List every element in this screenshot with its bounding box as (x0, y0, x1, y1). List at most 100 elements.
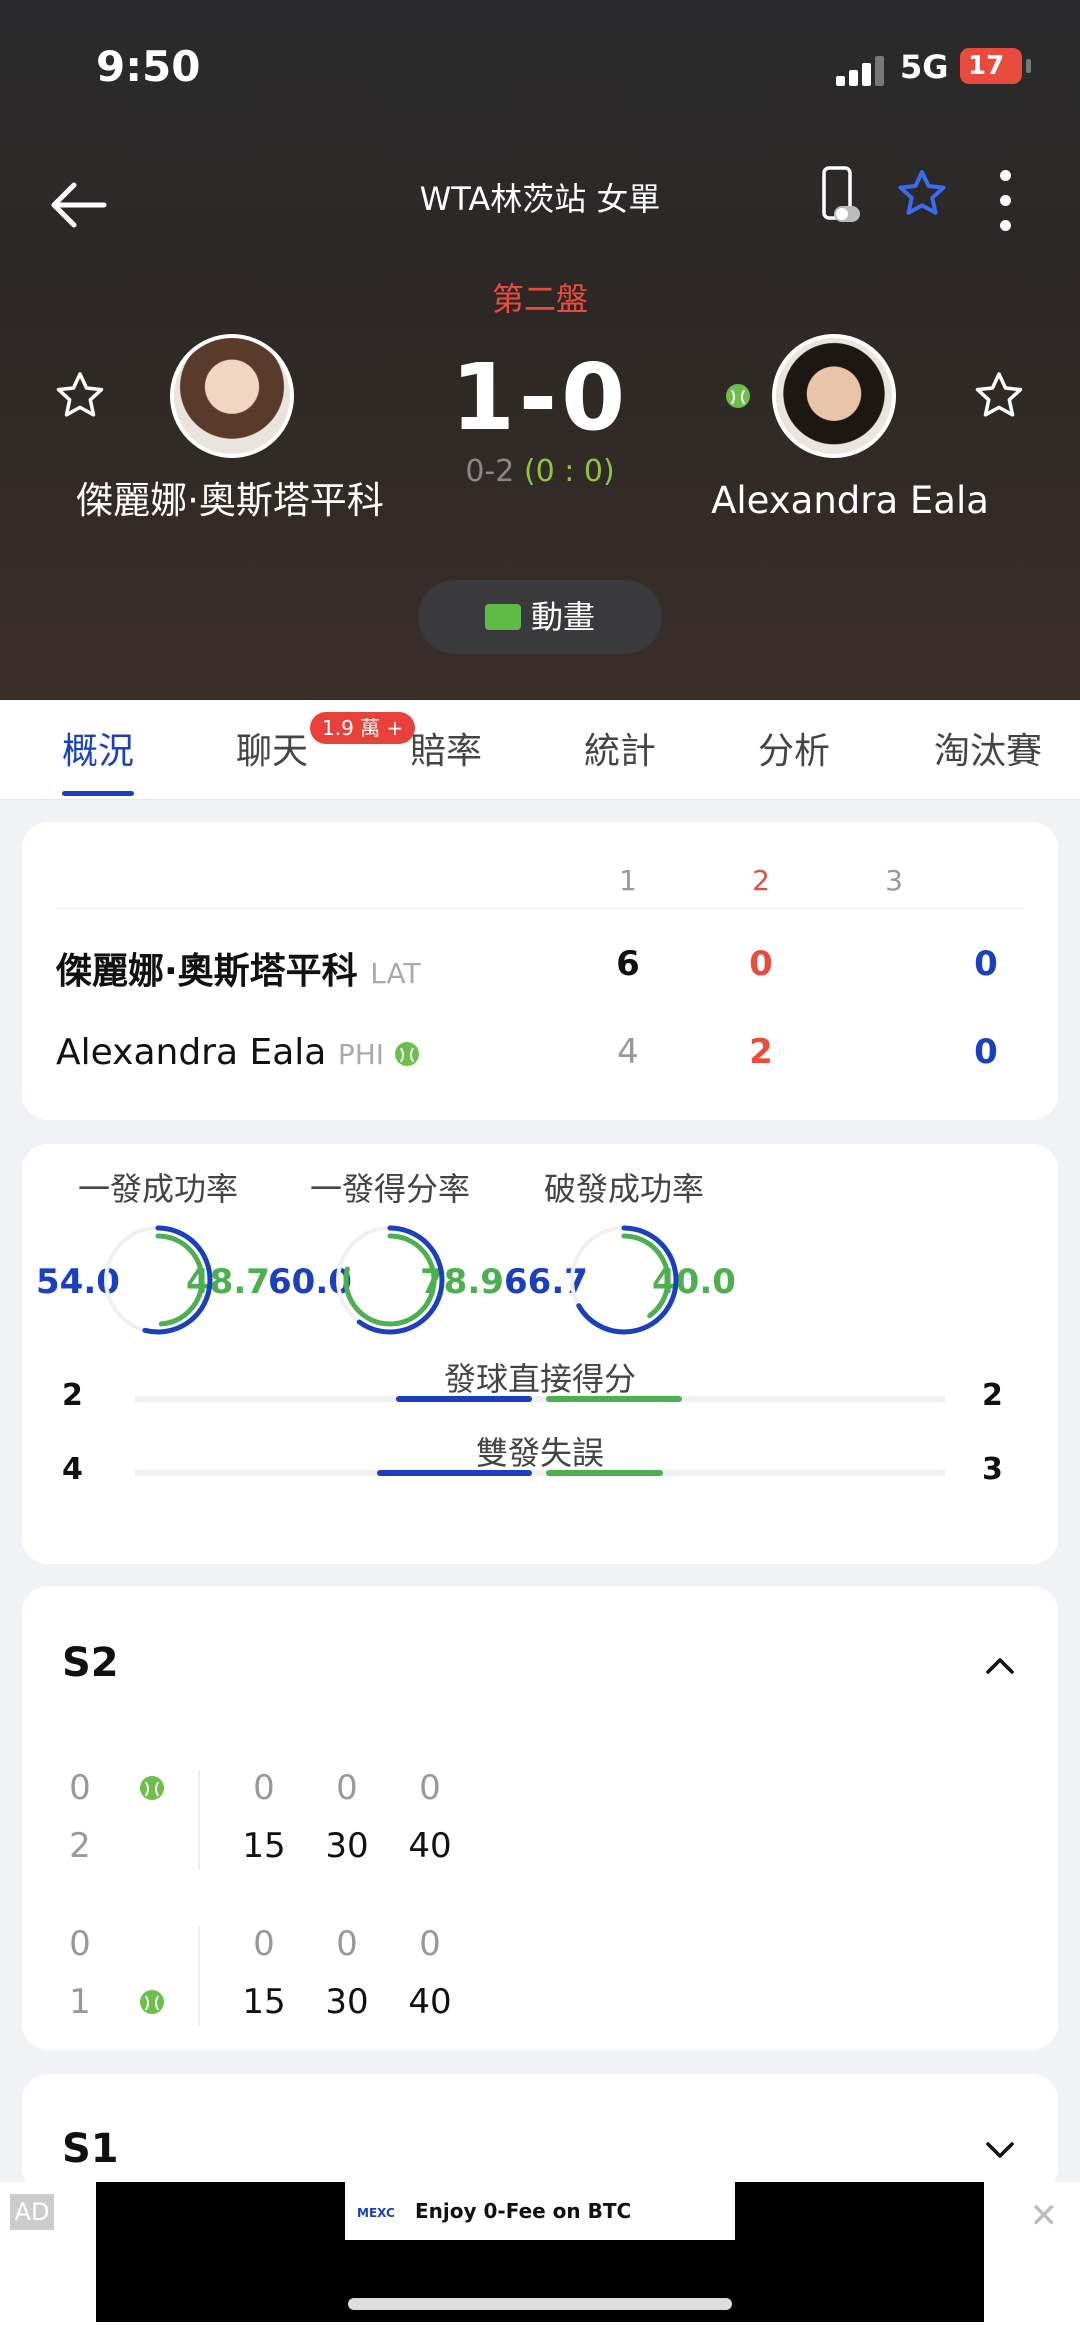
serving-ball-icon (726, 384, 750, 408)
status-bar: 9:50 5G 17 (0, 0, 1080, 140)
stat-ring (103, 1225, 213, 1335)
set2-title: S2 (62, 1640, 119, 1686)
home-indicator[interactable] (348, 2298, 732, 2310)
point: 30 (325, 1826, 369, 1866)
ad-tag: AD (10, 2194, 54, 2230)
stat-ring (569, 1225, 679, 1335)
game-top-count: 0 (69, 1768, 91, 1808)
point: 0 (253, 1924, 275, 1964)
stats-card: 一發成功率 54.0 48.7 一發得分率 60.0 78.9 破發成功率 66.7 40.0 … (22, 1144, 1058, 1564)
tab-stats[interactable]: 統計 (584, 722, 656, 774)
set-score: 1-0 (450, 344, 630, 451)
nav-bar: WTA林茨站 女單 (0, 160, 1080, 250)
divider (198, 1926, 200, 2026)
scoreboard-card: 1 2 3 傑麗娜·奧斯塔平科 LAT 6 0 0 Alexandra Eala… (22, 822, 1058, 1120)
stat-ring (335, 1225, 445, 1335)
bar-left-fill (376, 1470, 532, 1476)
tab-overview[interactable]: 概況 (62, 722, 135, 796)
game-top-count: 0 (69, 1924, 91, 1964)
player1-favorite-icon[interactable] (54, 370, 106, 422)
player2-avatar[interactable] (772, 334, 896, 458)
ring-right-arc (577, 1233, 671, 1327)
divider (56, 908, 1024, 909)
back-arrow-icon[interactable] (44, 170, 114, 240)
current-game-score: 0-2 (465, 454, 515, 489)
point: 15 (242, 1982, 286, 2022)
ring-right-arc (111, 1233, 205, 1327)
bar-right-value: 2 (982, 1378, 1003, 1413)
field-icon (484, 604, 521, 630)
tab-bar: 概況 聊天 1.9 萬 + 賠率 統計 分析 淘汰賽 (0, 700, 1080, 800)
point: 0 (419, 1924, 441, 1964)
serving-ball-icon (140, 1776, 164, 1800)
game-bottom-count: 1 (69, 1982, 91, 2022)
set1-card[interactable]: S1 (22, 2074, 1058, 2194)
ad-banner[interactable]: AD MEXC Enjoy 0-Fee on BTC ✕ (0, 2182, 1080, 2337)
stat-label: 破發成功率 (543, 1170, 704, 1208)
bar-track (134, 1470, 946, 1476)
p1-set2: 0 (749, 944, 773, 984)
animation-button[interactable]: 動畫 (418, 580, 662, 654)
battery-level: 17 (968, 51, 1005, 81)
country-code: PHI (337, 1038, 385, 1071)
animation-label: 動畫 (530, 598, 595, 636)
set-header-3: 3 (885, 864, 903, 897)
point: 0 (336, 1768, 358, 1808)
bar-right-value: 3 (982, 1452, 1003, 1487)
country-code: LAT (370, 957, 421, 990)
bar-left-value: 2 (62, 1378, 83, 1413)
favorite-star-icon[interactable] (896, 168, 948, 220)
bar-stat-label: 發球直接得分 (443, 1360, 636, 1398)
p2-set2: 2 (749, 1032, 773, 1072)
game-bottom-count: 2 (69, 1826, 91, 1866)
player1-name[interactable]: 傑麗娜·奧斯塔平科 (70, 478, 390, 524)
player2-favorite-icon[interactable] (973, 370, 1025, 422)
ad-brand: MEXC (357, 2206, 395, 2220)
chat-count-badge: 1.9 萬 + (310, 712, 416, 744)
player1-avatar[interactable] (170, 334, 294, 458)
tab-odds[interactable]: 賠率 (410, 722, 482, 774)
scoreboard-player1-name: 傑麗娜·奧斯塔平科 (56, 951, 358, 992)
set-header-1: 1 (619, 864, 637, 897)
set-label: 第二盤 (491, 280, 588, 318)
ring-right-arc (343, 1233, 437, 1327)
chevron-down-icon[interactable] (982, 2132, 1018, 2168)
set1-title: S1 (62, 2126, 119, 2172)
bar-right-fill (546, 1470, 663, 1476)
point: 15 (242, 1826, 286, 1866)
ad-content[interactable]: MEXC Enjoy 0-Fee on BTC (345, 2182, 735, 2240)
bar-stat-label: 雙發失誤 (475, 1434, 604, 1472)
bar-right-fill (546, 1396, 682, 1402)
close-icon[interactable]: ✕ (1030, 2196, 1059, 2236)
ad-text: Enjoy 0-Fee on BTC (415, 2199, 632, 2223)
point: 30 (325, 1982, 369, 2022)
chevron-up-icon[interactable] (982, 1648, 1018, 1684)
point: 0 (419, 1768, 441, 1808)
point-score: (0 : 0) (523, 454, 615, 489)
match-header: 9:50 5G 17 WTA林茨站 女單 第二盤 1-0 0-2 (0 : 0)… (0, 0, 1080, 700)
point: 0 (253, 1768, 275, 1808)
stat-label: 一發成功率 (77, 1170, 238, 1208)
serving-ball-icon (395, 1042, 420, 1066)
page-title: WTA林茨站 女單 (419, 180, 661, 218)
tab-chat[interactable]: 聊天 (236, 722, 308, 774)
point: 0 (336, 1924, 358, 1964)
tab-bracket[interactable]: 淘汰賽 (934, 722, 1042, 774)
serving-ball-icon (140, 1990, 164, 2014)
divider (198, 1770, 200, 1870)
battery-icon: 17 (960, 48, 1031, 84)
p1-set1: 6 (616, 944, 640, 984)
bar-track (134, 1396, 946, 1402)
more-menu-icon[interactable] (985, 164, 1025, 231)
signal-icon (836, 54, 886, 86)
p1-set3: 0 (974, 944, 998, 984)
clock: 9:50 (96, 42, 201, 91)
set2-card: S2 0 2 0 0 0 15 30 40 0 1 0 0 0 15 30 40 (22, 1586, 1058, 2050)
bar-left-value: 4 (62, 1452, 83, 1487)
tab-analysis[interactable]: 分析 (758, 722, 830, 774)
p2-set3: 0 (974, 1032, 998, 1072)
set-header-2: 2 (752, 864, 770, 897)
phone-toggle-icon[interactable] (820, 166, 860, 226)
player2-name[interactable]: Alexandra Eala (690, 478, 1010, 524)
network-label: 5G (900, 48, 949, 86)
